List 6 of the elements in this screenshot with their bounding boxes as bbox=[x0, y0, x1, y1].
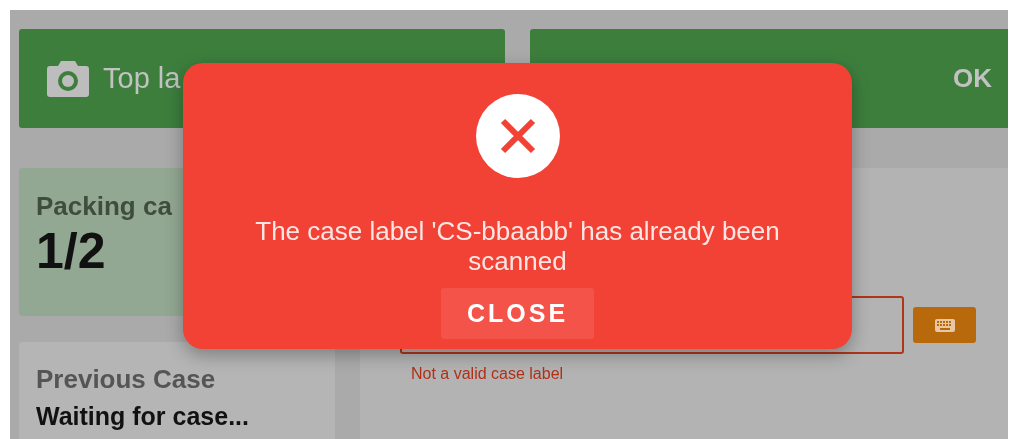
case-status: Waiting for case... bbox=[36, 403, 249, 431]
case-count: 1/2 bbox=[36, 221, 106, 281]
card-title: Previous Case bbox=[36, 363, 216, 396]
error-message: Not a valid case label bbox=[411, 364, 565, 384]
dialog-message: The case label 'CS-bbaabb' has already been scanned bbox=[254, 216, 781, 276]
card-title: Packing ca bbox=[36, 192, 172, 221]
